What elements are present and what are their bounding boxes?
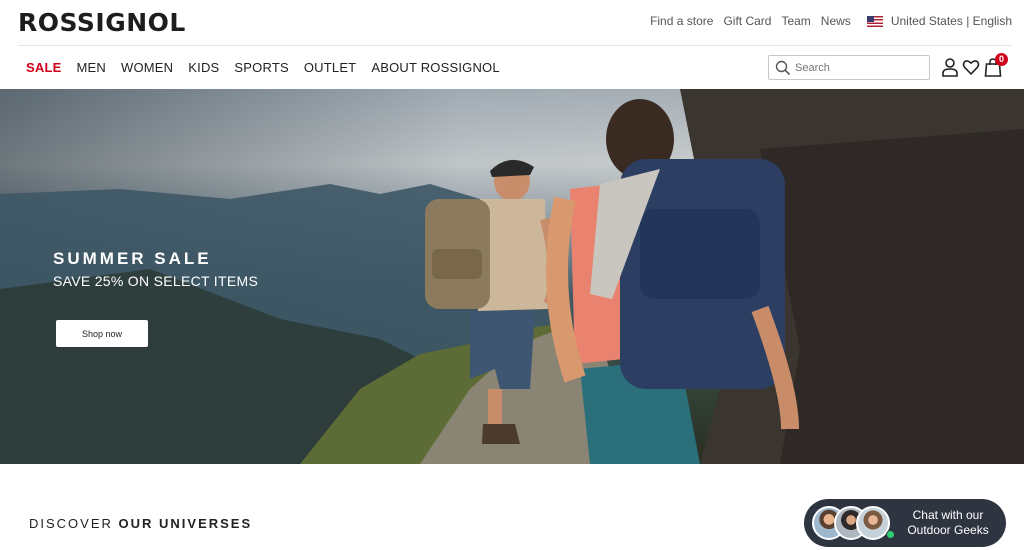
chat-widget-label[interactable]: Chat with our Outdoor Geeks — [898, 508, 998, 538]
hero-title: SUMMER SALE — [53, 249, 212, 268]
shop-now-button[interactable]: Shop now — [56, 320, 148, 347]
discover-heading-emphasis: OUR UNIVERSES — [118, 516, 253, 531]
header-divider — [18, 45, 1012, 46]
locale-selector[interactable]: United States | English — [891, 14, 1012, 28]
nav-item-men[interactable]: MEN — [76, 60, 106, 75]
main-nav: SALE MEN WOMEN KIDS SPORTS OUTLET ABOUT … — [26, 60, 515, 75]
news-link[interactable]: News — [821, 14, 851, 28]
gift-card-link[interactable]: Gift Card — [723, 14, 771, 28]
nav-item-sports[interactable]: SPORTS — [234, 60, 288, 75]
search-input[interactable] — [795, 59, 925, 77]
search-box[interactable] — [768, 55, 930, 80]
team-link[interactable]: Team — [781, 14, 810, 28]
online-status-icon — [886, 530, 895, 539]
nav-item-kids[interactable]: KIDS — [188, 60, 219, 75]
utility-nav: Find a store Gift Card Team News United … — [640, 14, 1012, 28]
nav-item-about[interactable]: ABOUT ROSSIGNOL — [371, 60, 499, 75]
nav-item-outlet[interactable]: OUTLET — [304, 60, 356, 75]
discover-heading: DISCOVER OUR UNIVERSES — [29, 516, 252, 531]
nav-item-women[interactable]: WOMEN — [121, 60, 173, 75]
bag-count-badge: 0 — [995, 53, 1008, 66]
avatar — [856, 506, 890, 540]
user-icon[interactable] — [941, 57, 959, 77]
chat-avatars — [812, 506, 895, 540]
heart-icon[interactable] — [962, 57, 980, 77]
hero-banner[interactable]: SUMMER SALE SAVE 25% ON SELECT ITEMS Sho… — [0, 89, 1024, 464]
discover-heading-prefix: DISCOVER — [29, 516, 119, 531]
brand-logo[interactable]: ROSSIGNOL — [18, 8, 186, 37]
search-icon[interactable] — [775, 60, 791, 76]
find-store-link[interactable]: Find a store — [650, 14, 713, 28]
hero-subtitle: SAVE 25% ON SELECT ITEMS — [53, 273, 259, 289]
us-flag-icon[interactable] — [866, 15, 883, 27]
nav-item-sale[interactable]: SALE — [26, 60, 61, 75]
chat-widget[interactable]: Chat with our Outdoor Geeks — [804, 499, 1006, 547]
top-bar: ROSSIGNOL Find a store Gift Card Team Ne… — [0, 0, 1024, 45]
